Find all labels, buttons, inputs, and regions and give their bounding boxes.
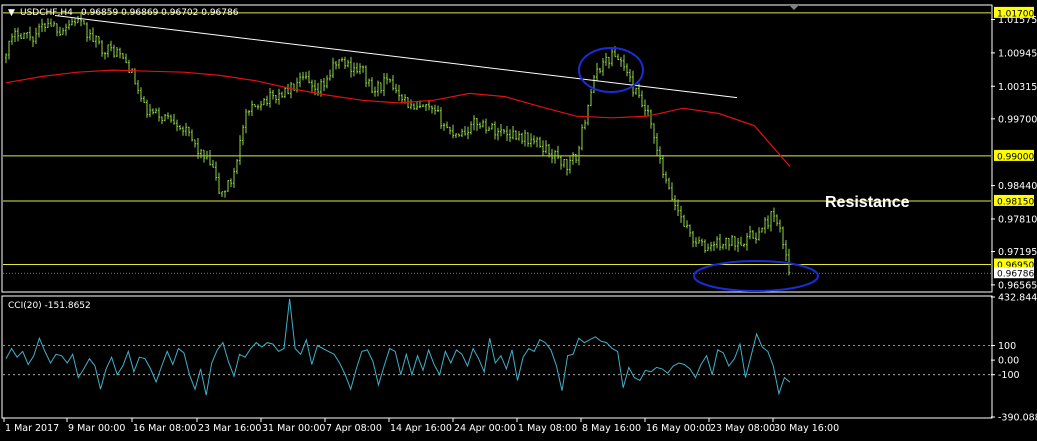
- chart-canvas: 1.015751.009451.003150.997000.984400.978…: [1, 4, 1037, 434]
- menu-glyph[interactable]: ▼: [8, 8, 15, 18]
- time-tick-label: 16 May 00:00: [646, 423, 711, 434]
- cci-pane-frame: [1, 295, 993, 419]
- time-tick-label: 31 Mar 00:00: [262, 423, 325, 434]
- level-badge-label: 1.01700: [997, 9, 1034, 19]
- time-tick-label: 16 Mar 08:00: [133, 423, 196, 434]
- cci-tick-label: -100: [998, 370, 1020, 381]
- time-tick-label: 24 Apr 00:00: [454, 423, 516, 434]
- time-tick-label: 23 Mar 16:00: [198, 423, 261, 434]
- time-axis: 1 Mar 2017 9 Mar 00:00 16 Mar 08:00 23 Mar …: [3, 418, 839, 434]
- level-badge-label: 0.99000: [997, 152, 1034, 162]
- price-pane-frame: [1, 4, 993, 293]
- time-tick-label: 14 Apr 16:00: [390, 423, 452, 434]
- chart-shift-marker[interactable]: [789, 5, 799, 10]
- cci-tick-label: 100: [998, 341, 1016, 352]
- price-tick-label: 0.98440: [998, 181, 1037, 192]
- time-tick-label: 1 Mar 2017: [5, 423, 59, 434]
- price-tick-label: 0.96565: [998, 280, 1037, 291]
- chart-window: 1.01575 1.00945 1.00315 0.99700 0.98440 0.978…: [0, 0, 1037, 441]
- resistance-label: Resistance: [825, 194, 910, 211]
- time-tick-label: 7 Apr 08:00: [326, 423, 382, 434]
- cci-title: CCI(20) -151.8652: [8, 301, 91, 311]
- highlight-circles: [578, 47, 819, 292]
- price-tick-label: 1.00945: [998, 48, 1037, 59]
- level-badge-label: 0.98150: [997, 197, 1034, 207]
- ohlc-readout: 0.96859 0.96869 0.96702 0.96786: [81, 8, 239, 18]
- cci-axis: 432.8441 100 0.00 -100 -390.0885: [991, 293, 1037, 424]
- time-tick-label: 30 May 16:00: [774, 423, 839, 434]
- time-tick-label: 8 May 16:00: [582, 423, 641, 434]
- high-circle: [578, 47, 644, 93]
- symbol-label: USDCHF,H4: [20, 8, 73, 18]
- price-axis: 1.015751.009451.003150.997000.984400.978…: [991, 6, 1037, 291]
- moving-average: [5, 69, 791, 167]
- cci-tick-label: 432.8441: [998, 293, 1037, 304]
- time-tick-label: 1 May 08:00: [518, 423, 577, 434]
- price-tick-label: 1.00315: [998, 82, 1037, 93]
- price-tick-label: 0.97810: [998, 214, 1037, 225]
- level-badge-label: 0.96786: [997, 270, 1034, 280]
- cci-indicator: [3, 298, 991, 396]
- cci-line: [5, 298, 791, 396]
- horizontal-levels: [3, 12, 991, 274]
- price-candles: [5, 12, 791, 276]
- cci-tick-label: 0.00: [998, 356, 1019, 367]
- low-circle: [693, 260, 819, 292]
- time-tick-label: 23 May 08:00: [710, 423, 775, 434]
- ma-line: [5, 69, 791, 167]
- price-tick-label: 0.97195: [998, 247, 1037, 258]
- cci-tick-label: -390.0885: [998, 413, 1037, 424]
- price-tick-label: 0.99700: [998, 114, 1037, 125]
- time-tick-label: 9 Mar 00:00: [68, 423, 125, 434]
